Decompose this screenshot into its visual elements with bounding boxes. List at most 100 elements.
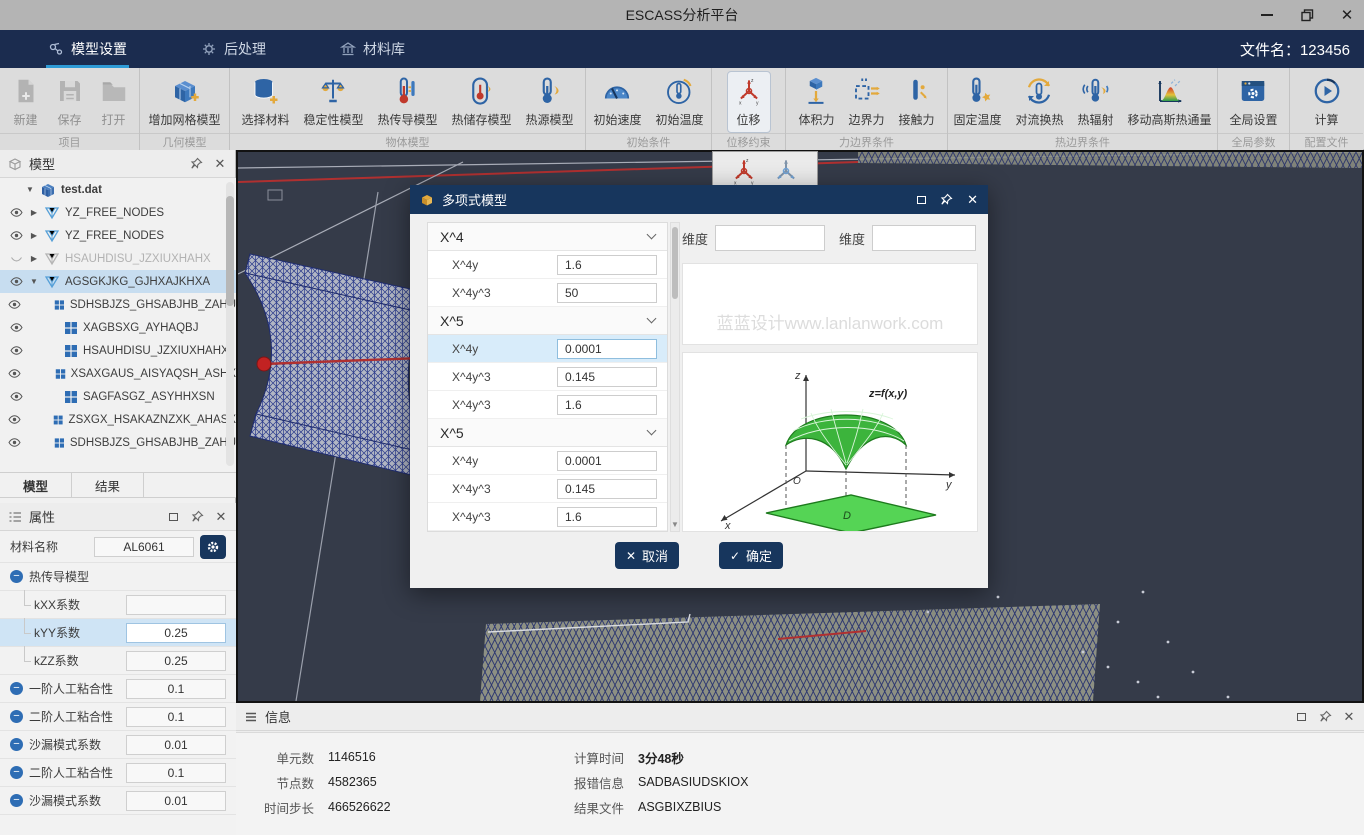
term-value-input[interactable] xyxy=(557,451,657,471)
tree-item-hidden[interactable]: ▶ HSAUHDISU_JZXIUXHAHX xyxy=(0,247,236,270)
stability-model-button[interactable]: 稳定性模型 xyxy=(297,72,369,132)
visibility-eye-icon[interactable] xyxy=(8,229,24,242)
property-input[interactable] xyxy=(126,791,226,811)
visibility-eye-icon[interactable] xyxy=(8,344,24,357)
close-button[interactable]: ✕ xyxy=(1338,6,1356,24)
pin-icon[interactable] xyxy=(1318,710,1332,724)
visibility-eye-icon[interactable] xyxy=(8,367,21,380)
property-input[interactable] xyxy=(126,707,226,727)
collapse-icon[interactable]: − xyxy=(10,738,23,751)
close-icon[interactable]: ✕ xyxy=(1342,710,1356,724)
tree-item[interactable]: SDHSBJZS_GHSABJHB_ZAHU xyxy=(0,431,236,454)
visibility-eye-icon[interactable] xyxy=(8,206,24,219)
dialog-pin-icon[interactable] xyxy=(940,193,953,206)
term-section[interactable]: X^5 xyxy=(428,307,667,335)
material-name-input[interactable] xyxy=(94,537,194,557)
visibility-eye-icon[interactable] xyxy=(8,275,24,288)
ok-button[interactable]: ✓ 确定 xyxy=(719,542,783,569)
minimize-button[interactable] xyxy=(1258,6,1276,24)
tab-material-library[interactable]: 材料库 xyxy=(314,30,431,68)
collapse-icon[interactable]: − xyxy=(10,766,23,779)
pin-icon[interactable] xyxy=(190,510,204,524)
restore-button[interactable] xyxy=(1298,6,1316,24)
caret-right-icon[interactable]: ▶ xyxy=(29,208,39,217)
convection-button[interactable]: 对流换热 xyxy=(1009,72,1069,132)
kyy-input[interactable] xyxy=(126,623,226,643)
heat-storage-model-button[interactable]: 热储存模型 xyxy=(446,72,518,132)
tab-post-processing[interactable]: 后处理 xyxy=(175,30,292,68)
tree-item[interactable]: ▶ YZ_FREE_NODES xyxy=(0,201,236,224)
contact-force-button[interactable]: 接触力 xyxy=(893,72,941,132)
scroll-down-arrow[interactable]: ▼ xyxy=(671,520,679,529)
caret-down-icon[interactable]: ▼ xyxy=(25,185,35,194)
moving-gauss-heat-flux-button[interactable]: 移动高斯热通量 xyxy=(1122,72,1218,132)
heat-source-model-button[interactable]: 热源模型 xyxy=(520,72,580,132)
visibility-eye-icon[interactable] xyxy=(8,321,24,334)
term-section[interactable]: X^5 xyxy=(428,419,667,447)
tab-results[interactable]: 结果 xyxy=(72,473,144,497)
displacement-button[interactable]: zxy 位移 xyxy=(728,72,770,132)
visibility-eye-closed-icon[interactable] xyxy=(8,252,24,265)
cancel-button[interactable]: ✕ 取消 xyxy=(615,542,679,569)
term-value-input[interactable] xyxy=(557,339,657,359)
body-force-button[interactable]: 体积力 xyxy=(792,72,840,132)
boundary-force-button[interactable]: 边界力 xyxy=(842,72,890,132)
thermal-radiation-button[interactable]: 热辐射 xyxy=(1072,72,1120,132)
visibility-eye-icon[interactable] xyxy=(8,436,21,449)
visibility-eye-icon[interactable] xyxy=(8,298,21,311)
open-button[interactable]: 打开 xyxy=(93,72,135,132)
tree-item[interactable]: XSAXGAUS_AISYAQSH_ASHX xyxy=(0,362,236,385)
caret-right-icon[interactable]: ▶ xyxy=(29,254,39,263)
kzz-input[interactable] xyxy=(126,651,226,671)
caret-down-icon[interactable]: ▼ xyxy=(29,277,39,286)
maximize-icon[interactable] xyxy=(166,510,180,524)
tree-scrollbar[interactable] xyxy=(226,182,234,466)
collapse-icon[interactable]: − xyxy=(10,794,23,807)
collapse-icon[interactable]: − xyxy=(10,710,23,723)
new-button[interactable]: 新建 xyxy=(5,72,47,132)
tab-model[interactable]: 模型 xyxy=(0,473,72,497)
term-value-input[interactable] xyxy=(557,395,657,415)
visibility-eye-icon[interactable] xyxy=(8,390,24,403)
property-input[interactable] xyxy=(126,679,226,699)
initial-temperature-button[interactable]: 初始温度 xyxy=(650,72,710,132)
add-mesh-model-button[interactable]: 增加网格模型 xyxy=(143,72,227,132)
compute-button[interactable]: 计算 xyxy=(1306,72,1348,132)
pin-icon[interactable] xyxy=(189,157,203,171)
tree-item[interactable]: SAGFASGZ_ASYHHXSN xyxy=(0,385,236,408)
dialog-close-icon[interactable]: ✕ xyxy=(967,193,978,206)
displacement-blue-triad-icon[interactable] xyxy=(771,156,801,186)
save-button[interactable]: 保存 xyxy=(49,72,91,132)
dialog-header[interactable]: 多项式模型 ✕ xyxy=(410,185,988,214)
term-value-input[interactable] xyxy=(557,479,657,499)
dialog-list-scrollbar[interactable]: ▼ xyxy=(670,222,680,532)
tree-item[interactable]: XAGBSXG_AYHAQBJ xyxy=(0,316,236,339)
select-material-button[interactable]: 选择材料 xyxy=(235,72,295,132)
kxx-input[interactable] xyxy=(126,595,226,615)
term-section[interactable]: X^4 xyxy=(428,223,667,251)
dimension-input-1[interactable] xyxy=(715,225,825,251)
tree-item[interactable]: HSAUHDISU_JZXIUXHAHX xyxy=(0,339,236,362)
dialog-maximize-icon[interactable] xyxy=(917,196,926,204)
collapse-icon[interactable]: − xyxy=(10,682,23,695)
initial-velocity-button[interactable]: 初始速度 xyxy=(587,72,647,132)
caret-right-icon[interactable]: ▶ xyxy=(29,231,39,240)
dimension-input-2[interactable] xyxy=(872,225,976,251)
dialog-scroll-thumb[interactable] xyxy=(672,227,678,299)
tree-item[interactable]: ZSXGX_HSAKAZNZXK_AHASX xyxy=(0,408,236,431)
property-input[interactable] xyxy=(126,735,226,755)
tree-item[interactable]: SDHSBJZS_GHSABJHB_ZAHU xyxy=(0,293,236,316)
material-settings-button[interactable] xyxy=(200,535,226,559)
tab-model-setup[interactable]: 模型设置 xyxy=(22,30,153,68)
tree-scroll-thumb[interactable] xyxy=(226,196,234,306)
displacement-red-triad-icon[interactable]: zxy xyxy=(729,156,759,186)
heat-conduction-model-button[interactable]: 热传导模型 xyxy=(371,72,443,132)
tree-item-selected[interactable]: ▼ AGSGKJKG_GJHXAJKHXA xyxy=(0,270,236,293)
section-row-heat-conduction[interactable]: − 热传导模型 xyxy=(0,563,236,591)
tree-root-row[interactable]: ▼ test.dat xyxy=(0,178,236,201)
visibility-eye-icon[interactable] xyxy=(8,413,21,426)
term-value-input[interactable] xyxy=(557,255,657,275)
fixed-temperature-button[interactable]: 固定温度 xyxy=(947,72,1007,132)
term-value-input[interactable] xyxy=(557,507,657,527)
collapse-icon[interactable]: − xyxy=(10,570,23,583)
